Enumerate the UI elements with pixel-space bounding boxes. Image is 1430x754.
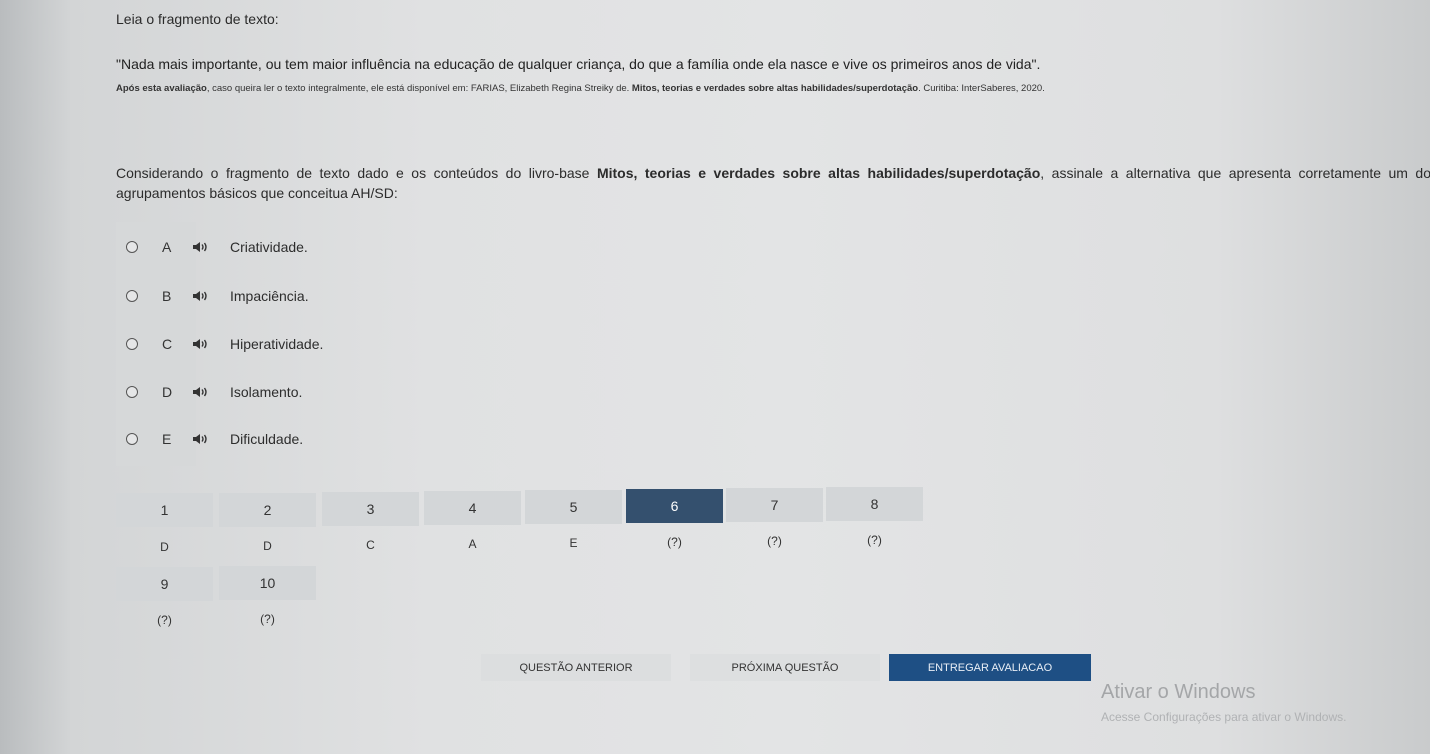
nav-answer-8: (?) <box>867 533 882 547</box>
speaker-icon[interactable] <box>192 337 210 351</box>
nav-answer-10: (?) <box>260 612 275 626</box>
windows-activation-title: Ativar o Windows <box>1101 681 1256 703</box>
nav-answer-4: A <box>468 537 477 551</box>
option-a[interactable]: A Criatividade. <box>116 223 308 271</box>
nav-question-4[interactable]: 4 <box>424 491 521 525</box>
nav-answer-2: D <box>263 539 272 553</box>
source-text-1: , caso queira ler o texto integralmente,… <box>206 83 632 94</box>
option-letter: C <box>162 336 173 352</box>
option-e[interactable]: E Dificuldade. <box>116 415 303 463</box>
option-text[interactable]: Criatividade. <box>230 239 308 255</box>
previous-question-button[interactable]: QUESTÃO ANTERIOR <box>481 654 671 681</box>
nav-question-7[interactable]: 7 <box>726 488 823 522</box>
option-text[interactable]: Isolamento. <box>230 384 302 400</box>
speaker-icon[interactable] <box>192 240 210 254</box>
nav-question-6[interactable]: 6 <box>626 489 723 523</box>
option-text[interactable]: Dificuldade. <box>230 431 303 447</box>
nav-answer-9: (?) <box>157 613 172 627</box>
question-part-1: Considerando o fragmento de texto dado e… <box>116 165 597 181</box>
option-text[interactable]: Hiperatividade. <box>230 336 323 352</box>
quote-text: "Nada mais importante, ou tem maior infl… <box>116 56 1041 72</box>
nav-answer-3: C <box>366 538 375 552</box>
radio-button[interactable] <box>126 241 138 253</box>
option-b[interactable]: B Impaciência. <box>116 272 309 320</box>
option-letter: E <box>162 431 172 447</box>
option-c[interactable]: C Hiperatividade. <box>116 320 323 368</box>
speaker-icon[interactable] <box>192 385 210 399</box>
submit-assessment-button[interactable]: ENTREGAR AVALIACAO <box>889 654 1091 681</box>
nav-answer-5: E <box>569 536 578 550</box>
nav-answer-7: (?) <box>767 534 782 548</box>
question-text: Considerando o fragmento de texto dado e… <box>116 163 1430 203</box>
speaker-icon[interactable] <box>192 432 210 446</box>
nav-answer-1: D <box>160 540 169 554</box>
radio-button[interactable] <box>126 386 138 398</box>
option-letter: D <box>162 384 173 400</box>
nav-question-3[interactable]: 3 <box>322 492 419 526</box>
source-lead: Após esta avaliação <box>116 83 207 94</box>
nav-question-5[interactable]: 5 <box>525 490 622 524</box>
question-book-title: Mitos, teorias e verdades sobre altas ha… <box>596 165 1041 181</box>
windows-activation-subtitle: Acesse Configurações para ativar o Windo… <box>1101 710 1347 724</box>
radio-button[interactable] <box>126 290 138 302</box>
option-d[interactable]: D Isolamento. <box>116 368 302 416</box>
option-letter: B <box>162 288 172 304</box>
nav-question-10[interactable]: 10 <box>219 566 316 600</box>
radio-button[interactable] <box>126 433 138 445</box>
source-text-2: . Curitiba: InterSaberes, 2020. <box>918 83 1045 94</box>
radio-button[interactable] <box>126 338 138 350</box>
source-reference: Após esta avaliação, caso queira ler o t… <box>116 83 1045 94</box>
source-book-title: Mitos, teorias e verdades sobre altas ha… <box>631 83 919 94</box>
nav-question-8[interactable]: 8 <box>826 487 923 521</box>
fragment-title: Leia o fragmento de texto: <box>116 11 279 27</box>
option-letter: A <box>162 239 172 255</box>
next-question-button[interactable]: PRÓXIMA QUESTÃO <box>690 654 880 681</box>
speaker-icon[interactable] <box>192 289 210 303</box>
option-text[interactable]: Impaciência. <box>230 288 309 304</box>
nav-question-9[interactable]: 9 <box>116 567 213 601</box>
nav-question-1[interactable]: 1 <box>116 493 213 527</box>
nav-question-2[interactable]: 2 <box>219 493 316 527</box>
nav-answer-6: (?) <box>667 535 682 549</box>
